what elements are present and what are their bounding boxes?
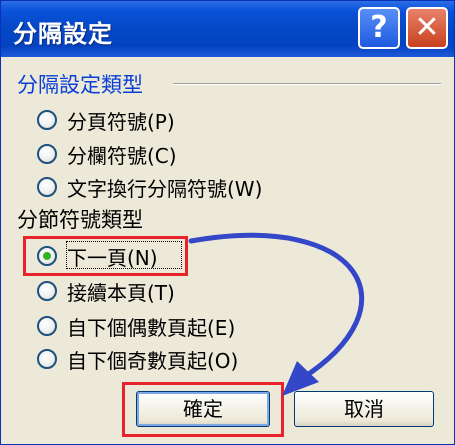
- annotation-arrow-icon: [188, 232, 364, 396]
- arrow-head: [282, 361, 319, 396]
- section-break-dialog: 分隔設定 ? ✕ 分隔設定類型 分頁符號(P) 分欄符號(C) 文字換行分隔符號…: [0, 0, 455, 445]
- arrow-curve: [188, 232, 364, 382]
